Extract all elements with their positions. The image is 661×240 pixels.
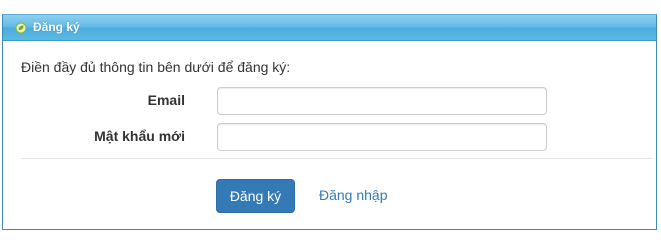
- register-button[interactable]: Đăng ký: [216, 179, 295, 213]
- email-label: Email: [147, 92, 185, 108]
- divider: [21, 158, 653, 159]
- email-field[interactable]: [217, 87, 547, 115]
- register-panel: Đăng ký Điền đầy đủ thông tin bên dưới đ…: [2, 14, 657, 230]
- login-link[interactable]: Đăng nhập: [319, 187, 388, 203]
- form-instructions: Điền đầy đủ thông tin bên dưới để đăng k…: [21, 59, 291, 75]
- new-password-field[interactable]: [217, 123, 547, 151]
- panel-title: Đăng ký: [33, 20, 80, 34]
- leaf-icon: [15, 22, 27, 34]
- password-label: Mật khẩu mới: [94, 128, 185, 144]
- panel-header: Đăng ký: [3, 15, 656, 41]
